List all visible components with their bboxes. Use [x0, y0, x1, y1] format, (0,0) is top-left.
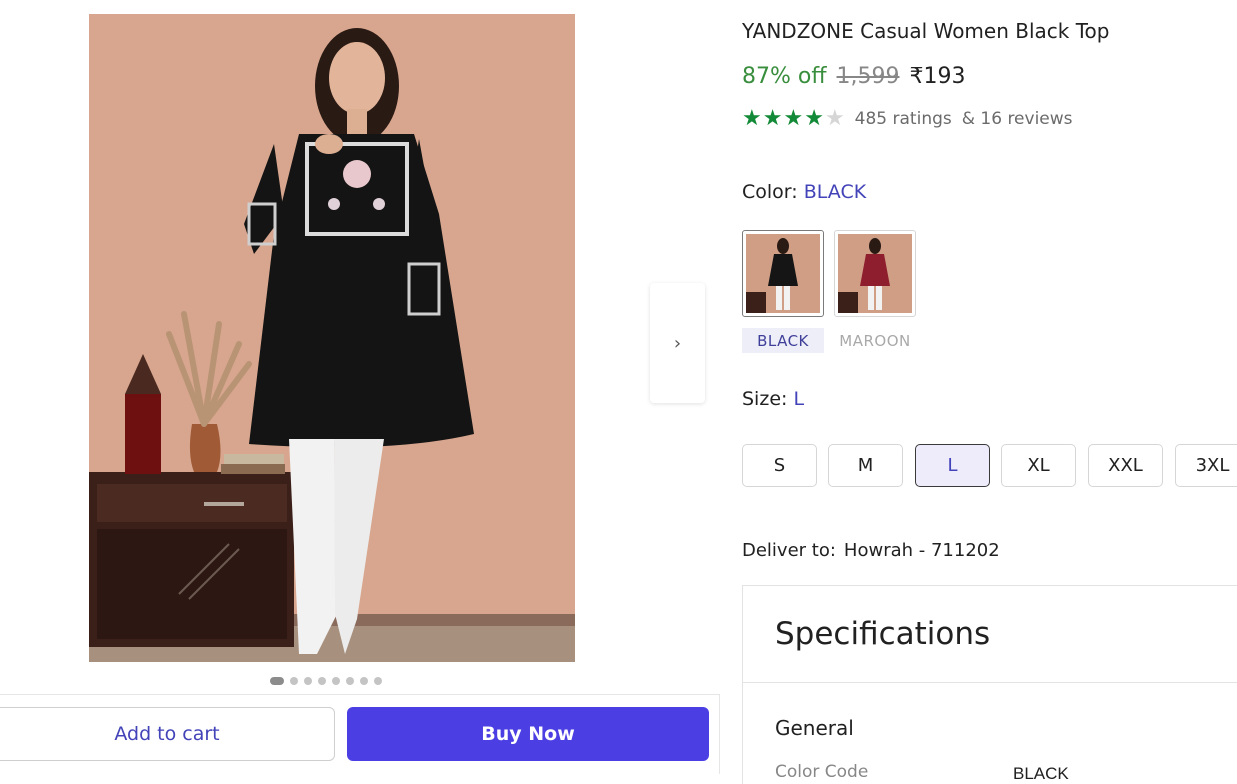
gallery-dot[interactable]	[332, 677, 340, 685]
gallery-dot[interactable]	[346, 677, 354, 685]
ratings-count: 485 ratings	[854, 109, 952, 129]
product-page: › Add to cart Buy Now YANDZONE Casual Wo…	[0, 0, 1237, 784]
size-button-xxl[interactable]: XXL	[1088, 444, 1163, 487]
star-empty-icon: ★	[824, 106, 845, 131]
gallery-dot[interactable]	[318, 677, 326, 685]
divider	[743, 682, 1237, 683]
product-title: YANDZONE Casual Women Black Top	[742, 19, 1110, 43]
add-to-cart-button[interactable]: Add to cart	[0, 707, 335, 761]
spec-section-general: General	[775, 716, 854, 740]
gallery-dot[interactable]	[270, 677, 284, 685]
swatch-black-thumbnail	[746, 234, 820, 313]
gallery-dot[interactable]	[374, 677, 382, 685]
rating-row[interactable]: ★ ★ ★ ★ ★ 485 ratings & 16 reviews	[742, 108, 1073, 130]
size-button-s[interactable]: S	[742, 444, 817, 487]
star-icon: ★	[742, 106, 762, 131]
gallery-next-button[interactable]: ›	[650, 283, 705, 403]
color-swatch-maroon[interactable]	[834, 230, 916, 317]
size-button-m[interactable]: M	[828, 444, 903, 487]
original-price: 1,599	[836, 64, 900, 89]
size-label: Size: L	[742, 388, 804, 410]
star-icon: ★	[804, 106, 824, 131]
purchase-action-bar: Add to cart Buy Now	[0, 694, 720, 774]
price-row: 87% off 1,599 ₹193	[742, 64, 966, 89]
gallery-dots	[270, 677, 382, 685]
star-icon: ★	[762, 106, 783, 131]
star-icon: ★	[783, 106, 804, 131]
size-label-text: Size:	[742, 388, 788, 410]
deliver-label: Deliver to:	[742, 540, 836, 561]
reviews-count: & 16 reviews	[961, 109, 1073, 129]
product-photo	[89, 14, 575, 662]
color-option-black[interactable]: BLACK	[742, 328, 824, 353]
deliver-pincode: Howrah - 711202	[843, 540, 1000, 561]
color-label: Color: BLACK	[742, 181, 866, 203]
swatch-maroon-thumbnail	[838, 234, 912, 313]
color-option-maroon[interactable]: MAROON	[834, 328, 916, 353]
product-main-image[interactable]	[89, 14, 575, 662]
selling-price: ₹193	[909, 64, 966, 89]
star-rating: ★ ★ ★ ★ ★	[742, 108, 845, 130]
buy-now-button[interactable]: Buy Now	[347, 707, 709, 761]
color-swatch-black[interactable]	[742, 230, 824, 317]
size-button-xl[interactable]: XL	[1001, 444, 1076, 487]
size-button-l[interactable]: L	[915, 444, 990, 487]
spec-value-color-code: BLACK	[1013, 764, 1069, 783]
specifications-title: Specifications	[775, 616, 991, 652]
color-selected-value: BLACK	[803, 181, 867, 203]
chevron-right-icon: ›	[673, 332, 682, 354]
size-button-3xl[interactable]: 3XL	[1175, 444, 1237, 487]
delivery-location[interactable]: Deliver to: Howrah - 711202	[742, 540, 1000, 561]
spec-key-color-code: Color Code	[775, 762, 869, 782]
discount-percent: 87% off	[742, 64, 827, 89]
gallery-dot[interactable]	[290, 677, 298, 685]
gallery-dot[interactable]	[304, 677, 312, 685]
size-selected-value: L	[793, 388, 805, 410]
color-label-text: Color:	[742, 181, 798, 203]
gallery-dot[interactable]	[360, 677, 368, 685]
specifications-panel: Specifications General Color Code BLACK	[742, 585, 1237, 784]
